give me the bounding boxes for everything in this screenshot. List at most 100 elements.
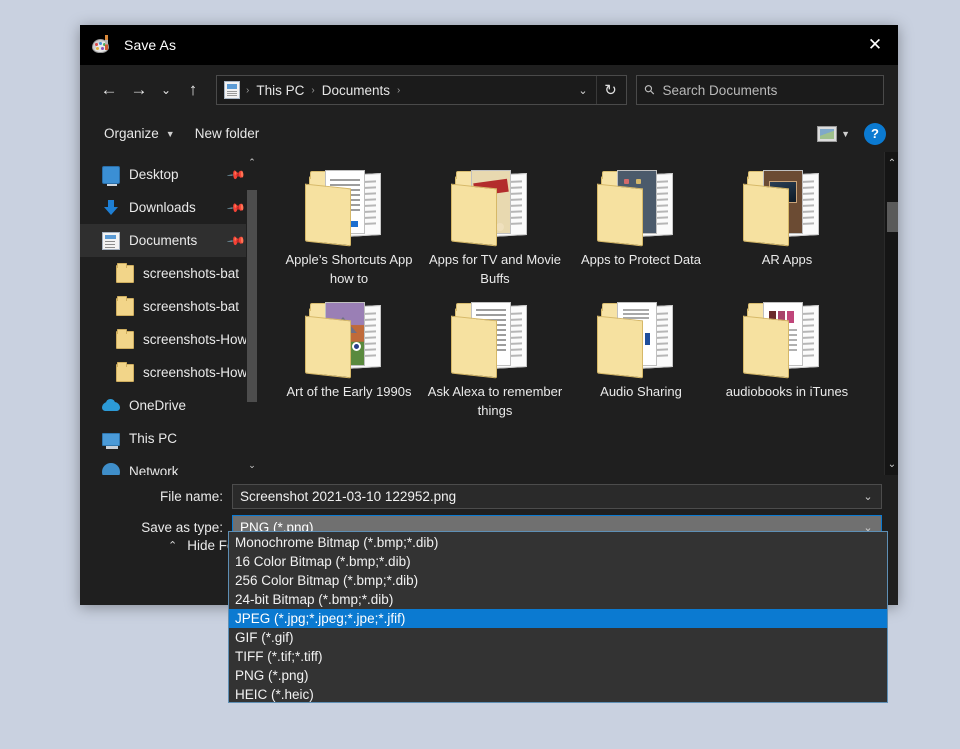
command-bar: Organize ▼ New folder ▼ ? (80, 115, 898, 152)
pin-icon[interactable]: 📌 (226, 197, 246, 217)
address-dropdown-icon[interactable]: ⌄ (570, 76, 596, 104)
dropdown-option-16-color-bitmap[interactable]: 16 Color Bitmap (*.bmp;*.dib) (229, 552, 887, 571)
chevron-down-icon[interactable]: ⌄ (855, 485, 881, 508)
download-icon (102, 199, 120, 217)
up-button[interactable]: ↑ (178, 75, 208, 105)
command-bar-right: ▼ ? (817, 123, 886, 145)
dropdown-option-heic[interactable]: HEIC (*.heic) (229, 685, 887, 704)
file-name-label: AR Apps (719, 250, 855, 269)
dropdown-option-24-bit-bitmap[interactable]: 24-bit Bitmap (*.bmp;*.dib) (229, 590, 887, 609)
close-icon[interactable]: ✕ (852, 25, 898, 65)
folder-thumbnail (595, 168, 687, 246)
scroll-down-icon[interactable]: ⌄ (885, 455, 898, 473)
recent-locations-button[interactable]: ⌄ (154, 75, 178, 105)
sidebar-item-label: screenshots-How (143, 332, 247, 347)
sidebar-item-label: Documents (129, 233, 197, 248)
scroll-down-icon[interactable]: ⌄ (246, 457, 258, 473)
paint-palette-icon (92, 34, 114, 56)
file-list-scrollbar[interactable]: ⌃ ⌄ (884, 152, 898, 475)
file-item[interactable]: Apps for TV and Movie Buffs (422, 162, 568, 288)
sidebar-item-this-pc[interactable]: This PC (80, 422, 258, 455)
folder-thumbnail (595, 300, 687, 378)
folder-icon (116, 265, 134, 283)
desktop-icon (102, 166, 120, 184)
chevron-up-icon: ⌃ (168, 539, 177, 552)
sidebar-item-onedrive[interactable]: OneDrive (80, 389, 258, 422)
breadcrumb-this-pc[interactable]: This PC (251, 83, 309, 98)
folder-thumbnail (741, 300, 833, 378)
file-item[interactable]: audiobooks in iTunes (714, 294, 860, 420)
forward-button[interactable]: → (124, 75, 154, 105)
dropdown-option-png[interactable]: PNG (*.png) (229, 666, 887, 685)
window-title: Save As (124, 37, 176, 53)
file-name-value: Screenshot 2021-03-10 122952.png (240, 489, 456, 504)
breadcrumb-documents[interactable]: Documents (317, 83, 395, 98)
file-item[interactable]: AR Apps (714, 162, 860, 288)
search-icon: ⚲ (641, 81, 659, 99)
file-name-input[interactable]: Screenshot 2021-03-10 122952.png ⌄ (232, 484, 882, 509)
organize-button[interactable]: Organize ▼ (94, 121, 185, 147)
onedrive-icon (102, 397, 120, 415)
scroll-up-icon[interactable]: ⌃ (885, 154, 898, 172)
sidebar-item-desktop[interactable]: Desktop 📌 (80, 158, 258, 191)
folder-thumbnail (303, 168, 395, 246)
file-item[interactable]: Audio Sharing (568, 294, 714, 420)
sidebar-scrollbar[interactable]: ⌃ ⌄ (246, 152, 258, 475)
scroll-up-icon[interactable]: ⌃ (246, 154, 258, 170)
scrollbar-thumb[interactable] (247, 190, 257, 402)
organize-label: Organize (104, 126, 159, 141)
sidebar-item-screenshots-bat-1[interactable]: screenshots-bat (80, 257, 258, 290)
sidebar-item-screenshots-bat-2[interactable]: screenshots-bat (80, 290, 258, 323)
search-placeholder: Search Documents (663, 83, 778, 98)
file-name-label: Art of the Early 1990s (281, 382, 417, 401)
dropdown-option-tiff[interactable]: TIFF (*.tif;*.tiff) (229, 647, 887, 666)
sidebar-item-documents[interactable]: Documents 📌 (80, 224, 258, 257)
file-item[interactable]: Art of the Early 1990s (276, 294, 422, 420)
pin-icon[interactable]: 📌 (226, 164, 246, 184)
breadcrumb-separator: › (309, 85, 316, 96)
breadcrumb-separator-end: › (395, 85, 402, 96)
sidebar-item-label: Downloads (129, 200, 196, 215)
file-name-label: Ask Alexa to remember things (427, 382, 563, 420)
dropdown-option-monochrome-bitmap[interactable]: Monochrome Bitmap (*.bmp;*.dib) (229, 533, 887, 552)
new-folder-button[interactable]: New folder (185, 121, 270, 147)
view-options-icon[interactable] (817, 126, 837, 142)
folder-thumbnail (303, 300, 395, 378)
help-icon[interactable]: ? (864, 123, 886, 145)
refresh-icon[interactable]: ↻ (596, 76, 624, 104)
file-item[interactable]: Apple’s Shortcuts App how to (276, 162, 422, 288)
save-as-type-dropdown[interactable]: Monochrome Bitmap (*.bmp;*.dib) 16 Color… (228, 531, 888, 703)
sidebar-item-downloads[interactable]: Downloads 📌 (80, 191, 258, 224)
navigation-pane: Desktop 📌 Downloads 📌 Documents 📌 screen… (80, 152, 258, 475)
sidebar-item-label: Desktop (129, 167, 179, 182)
file-item[interactable]: Apps to Protect Data (568, 162, 714, 288)
sidebar-item-screenshots-how-2[interactable]: screenshots-How (80, 356, 258, 389)
sidebar-item-label: This PC (129, 431, 177, 446)
address-bar[interactable]: › This PC › Documents › ⌄ ↻ (216, 75, 627, 105)
file-name-label: Apple’s Shortcuts App how to (281, 250, 417, 288)
chevron-down-icon[interactable]: ▼ (841, 129, 850, 139)
network-icon (102, 463, 120, 476)
dialog-body: Desktop 📌 Downloads 📌 Documents 📌 screen… (80, 152, 898, 475)
sidebar-item-label: screenshots-How (143, 365, 247, 380)
this-pc-icon (102, 433, 120, 446)
file-name-label: Apps for TV and Movie Buffs (427, 250, 563, 288)
back-button[interactable]: ← (94, 75, 124, 105)
navigation-bar: ← → ⌄ ↑ › This PC › Documents › ⌄ ↻ ⚲ Se… (80, 65, 898, 115)
dropdown-option-256-color-bitmap[interactable]: 256 Color Bitmap (*.bmp;*.dib) (229, 571, 887, 590)
folder-icon (116, 331, 134, 349)
file-grid: Apple’s Shortcuts App how to Apps for TV… (276, 162, 898, 420)
dropdown-option-gif[interactable]: GIF (*.gif) (229, 628, 887, 647)
sidebar-item-network[interactable]: Network (80, 455, 258, 475)
file-item[interactable]: W Ask Alexa to remember things (422, 294, 568, 420)
sidebar-item-screenshots-how-1[interactable]: screenshots-How (80, 323, 258, 356)
new-folder-label: New folder (195, 126, 260, 141)
folder-icon (116, 364, 134, 382)
search-box[interactable]: ⚲ Search Documents (636, 75, 884, 105)
scrollbar-thumb[interactable] (887, 202, 898, 232)
dropdown-option-jpeg[interactable]: JPEG (*.jpg;*.jpeg;*.jpe;*.jfif) (229, 609, 887, 628)
folder-thumbnail (741, 168, 833, 246)
pin-icon[interactable]: 📌 (226, 230, 246, 250)
sidebar-item-label: OneDrive (129, 398, 186, 413)
file-list-pane: Apple’s Shortcuts App how to Apps for TV… (258, 152, 898, 475)
